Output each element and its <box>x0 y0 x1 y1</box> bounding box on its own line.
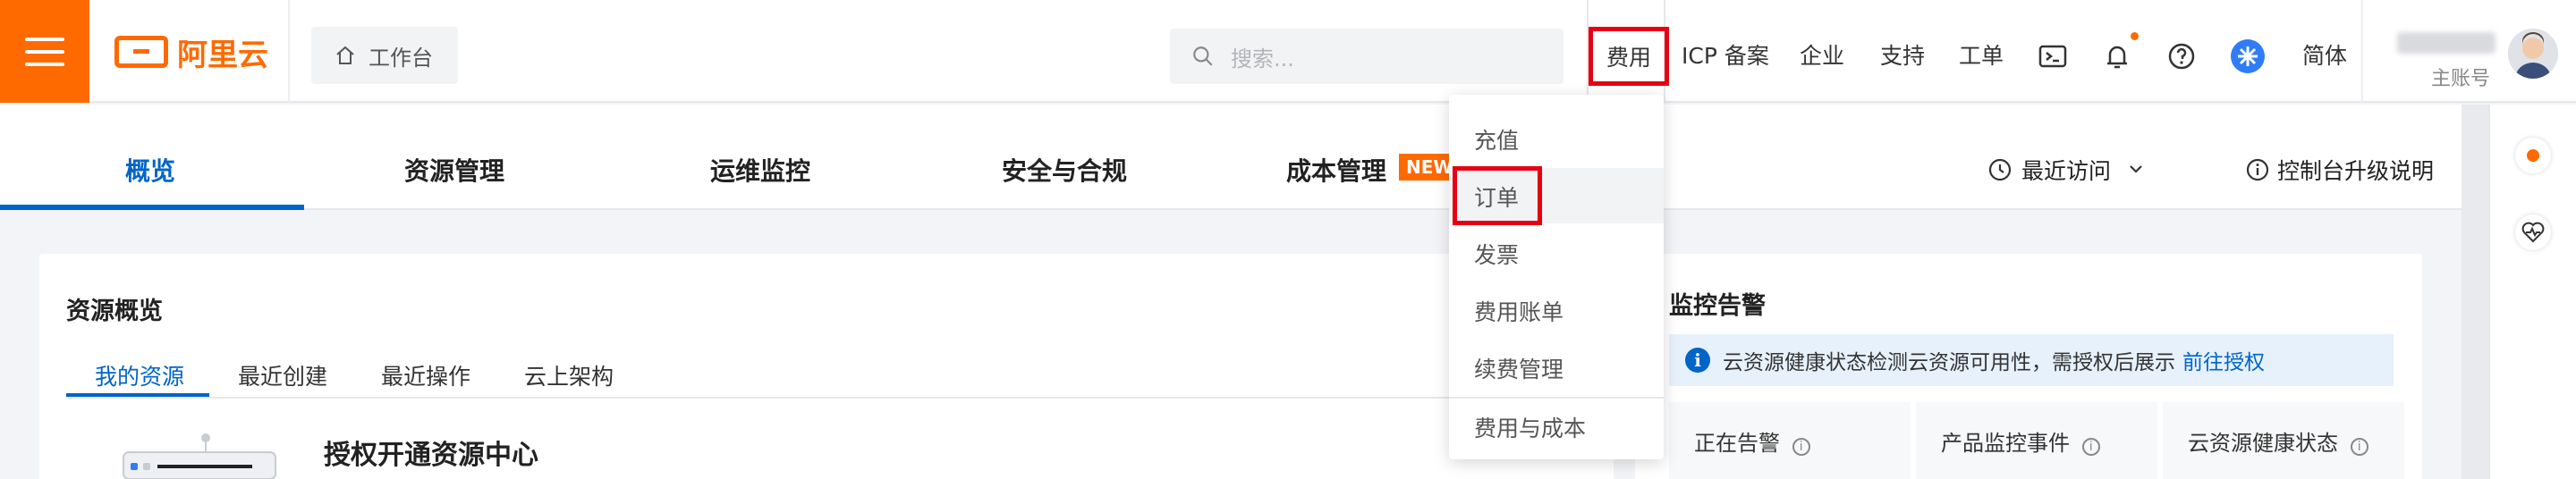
enterprise-link[interactable]: 企业 <box>1800 41 1844 71</box>
menu-item-cost-center[interactable]: 费用与成本 <box>1474 411 1586 443</box>
health-icon[interactable] <box>2515 214 2551 250</box>
bell-icon[interactable] <box>2102 41 2132 71</box>
workbench-button[interactable]: 工作台 <box>311 27 458 84</box>
stat-cloud-resource-health[interactable]: 云资源健康状态 i <box>2163 402 2404 479</box>
tab-ops-monitoring[interactable]: 运维监控 <box>710 152 810 188</box>
fee-menu-label: 费用 <box>1606 45 1651 71</box>
account-type: 主账号 <box>2431 68 2491 90</box>
menu-item-invoices[interactable]: 发票 <box>1474 238 1519 270</box>
recent-visits-label: 最近访问 <box>2021 158 2112 184</box>
assistant-icon[interactable] <box>2515 138 2551 173</box>
authorization-notice: i 云资源健康状态检测云资源可用性，需授权后展示 前往授权 <box>1669 334 2394 386</box>
menu-item-billing[interactable]: 费用账单 <box>1474 295 1563 327</box>
console-upgrade-link[interactable]: 控制台升级说明 <box>2245 154 2434 186</box>
home-icon <box>336 46 354 64</box>
tab-overview[interactable]: 概览 <box>125 152 175 188</box>
resource-center-illustration <box>118 433 279 479</box>
tab-cost-management[interactable]: 成本管理 <box>1286 152 1386 188</box>
workbench-label: 工作台 <box>369 45 433 71</box>
avatar[interactable] <box>2508 29 2558 79</box>
subtab-recent-operations[interactable]: 最近操作 <box>381 359 470 391</box>
notice-text: 云资源健康状态检测云资源可用性，需授权后展示 <box>1723 351 2175 374</box>
logo-mark-icon <box>114 36 168 68</box>
monitor-alert-title: 监控告警 <box>1669 292 1766 320</box>
info-icon: i <box>2350 438 2368 456</box>
stat-active-alerts[interactable]: 正在告警 i <box>1669 402 1911 479</box>
subtab-my-resources[interactable]: 我的资源 <box>95 359 184 391</box>
recent-visits-dropdown[interactable]: 最近访问 <box>1987 154 2147 186</box>
search-placeholder: 搜索... <box>1231 46 1294 71</box>
menu-icon[interactable] <box>0 0 89 103</box>
chevron-down-icon <box>2130 165 2142 173</box>
info-icon: i <box>1792 438 1810 456</box>
icp-link[interactable]: ICP 备案 <box>1682 41 1769 71</box>
scrollbar[interactable] <box>2462 105 2488 479</box>
stat-label: 云资源健康状态 <box>2188 431 2338 456</box>
menu-item-recharge[interactable]: 充值 <box>1474 123 1519 155</box>
search-input[interactable]: 搜索... <box>1170 29 1563 84</box>
terminal-icon[interactable] <box>2038 41 2068 71</box>
stat-label: 正在告警 <box>1694 431 1780 456</box>
go-authorize-link[interactable]: 前往授权 <box>2182 345 2265 375</box>
dropdown-divider <box>1449 397 1664 399</box>
app-switch-icon[interactable] <box>2231 39 2265 73</box>
console-upgrade-label: 控制台升级说明 <box>2277 158 2435 184</box>
info-icon: i <box>2081 438 2100 456</box>
orders-highlight-box <box>1453 166 1542 225</box>
active-tab-indicator <box>0 205 304 210</box>
resource-overview-title: 资源概览 <box>66 298 163 325</box>
aliyun-logo[interactable]: 阿里云 <box>114 34 268 73</box>
divider <box>2361 0 2363 103</box>
logo-text: 阿里云 <box>177 37 268 73</box>
search-icon <box>1193 46 1213 66</box>
support-link[interactable]: 支持 <box>1880 41 1925 71</box>
notification-dot <box>2131 32 2139 40</box>
console-root: 阿里云 工作台 搜索... 费用 ICP 备案 企业 支持 工单 简体 主账号 … <box>0 0 2576 479</box>
divider <box>288 0 290 103</box>
stat-label: 产品监控事件 <box>1941 431 2070 456</box>
menu-item-renewal[interactable]: 续费管理 <box>1474 352 1563 384</box>
info-icon <box>2246 158 2269 181</box>
help-icon[interactable] <box>2166 41 2197 71</box>
clock-icon <box>1988 158 2012 181</box>
subtab-divider <box>66 397 1614 399</box>
subtab-recently-created[interactable]: 最近创建 <box>238 359 327 391</box>
authorize-resource-center-title: 授权开通资源中心 <box>324 440 538 471</box>
ticket-link[interactable]: 工单 <box>1959 41 2004 71</box>
stat-product-monitor-events[interactable]: 产品监控事件 i <box>1916 402 2157 479</box>
account-name-blurred <box>2397 32 2496 54</box>
tab-resource-management[interactable]: 资源管理 <box>404 152 504 188</box>
fee-menu[interactable]: 费用 <box>1589 27 1669 86</box>
tab-security-compliance[interactable]: 安全与合规 <box>1002 152 1127 188</box>
subtab-cloud-architecture[interactable]: 云上架构 <box>524 359 614 391</box>
language-switch[interactable]: 简体 <box>2302 41 2347 71</box>
info-icon: i <box>1685 348 1710 373</box>
